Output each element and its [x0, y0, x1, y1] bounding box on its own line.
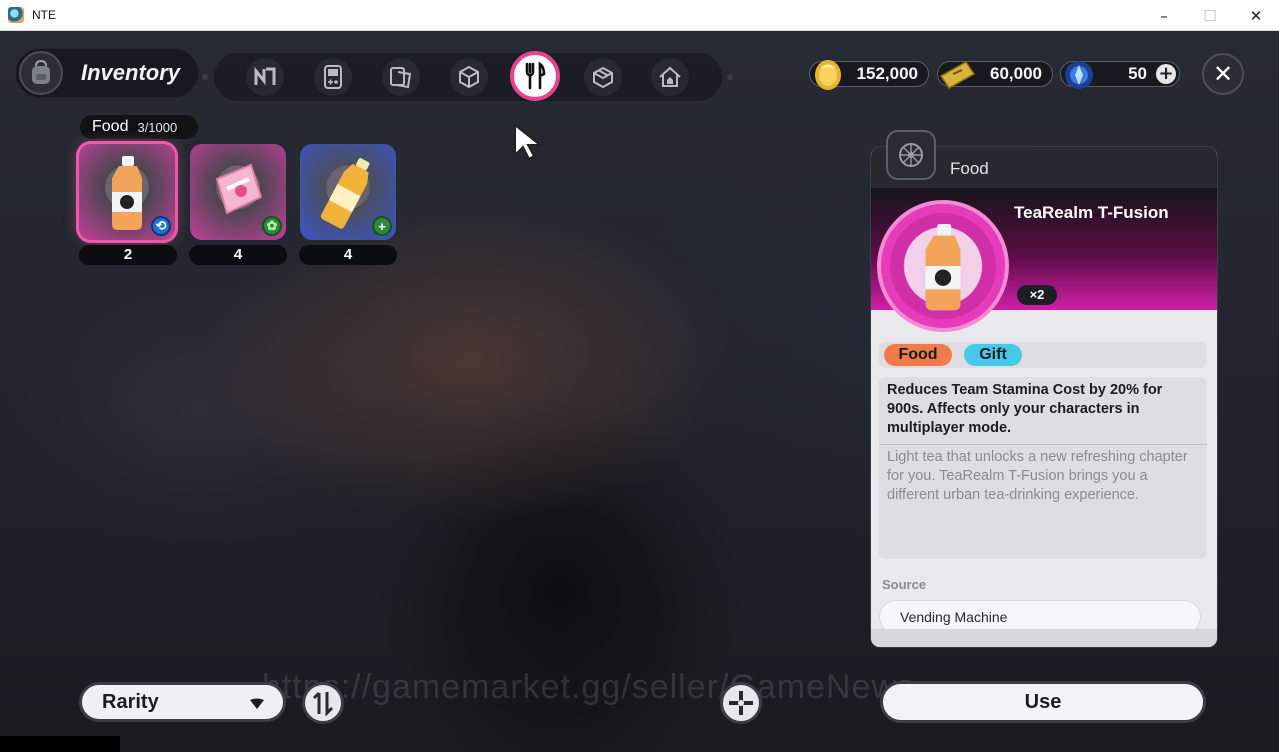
item-card-tearealm[interactable]: ⟲: [76, 141, 178, 243]
source-label: Source: [882, 577, 927, 592]
currency-gold-value: 152,000: [856, 64, 918, 83]
minimize-button[interactable]: –: [1141, 0, 1187, 31]
fork-knife-icon: [525, 62, 546, 90]
currency-crystal-value: 50: [1128, 64, 1147, 83]
item-card-pink-snack[interactable]: ✿: [190, 144, 286, 240]
detail-hero: TeaRealm T-Fusion ×2: [871, 188, 1217, 332]
home-icon: [659, 66, 681, 87]
sort-order-button[interactable]: [302, 682, 344, 724]
close-inventory-button[interactable]: ✕: [1202, 53, 1244, 95]
item-qty-pink-snack: 4: [189, 245, 287, 265]
cube-icon: [459, 65, 479, 89]
sort-dropdown[interactable]: Rarity: [79, 682, 286, 722]
detail-tags: Food Gift: [879, 342, 1207, 368]
detail-count-badge: ×2: [1017, 285, 1057, 305]
detail-effect-text: Reduces Team Stamina Cost by 20% for 900…: [887, 382, 1163, 436]
detail-item-image: [877, 200, 1009, 332]
detail-flavor-text: Light tea that unlocks a new refreshing …: [887, 449, 1188, 503]
game-viewport: Inventory 152,000 60,000 50 + ✕ Food 3/1…: [0, 31, 1279, 752]
item-detail-panel: Food TeaRealm T-Fusion ×2 Food Gift Redu…: [870, 146, 1218, 648]
tabbar-dot-left: [202, 74, 208, 80]
item-qty-orange-drink: 4: [299, 245, 397, 265]
tabbar-dot-right: [727, 74, 733, 80]
category-name: Food: [92, 118, 129, 135]
inventory-header: Inventory: [15, 48, 199, 98]
tab-nte[interactable]: [246, 58, 284, 96]
currency-crystal: 50 +: [1060, 61, 1180, 89]
ticket-icon: [939, 61, 976, 89]
tab-home[interactable]: [651, 58, 689, 96]
crystal-icon: [1065, 61, 1093, 89]
window-controls: – ☐ ✕: [1141, 0, 1279, 31]
detail-item-name: TeaRealm T-Fusion: [1014, 203, 1169, 222]
detail-footer: [871, 629, 1217, 647]
box-icon: [593, 66, 613, 89]
detail-description: Reduces Team Stamina Cost by 20% for 900…: [879, 377, 1207, 559]
green-leaf-icon: ✿: [262, 216, 282, 236]
sort-dropdown-label: Rarity: [102, 691, 159, 713]
app-icon: [8, 7, 24, 23]
category-header: Food 3/1000: [80, 115, 198, 139]
sort-arrows-icon: [312, 691, 334, 716]
detail-divider: [879, 444, 1207, 445]
tag-gift: Gift: [964, 344, 1022, 366]
window-titlebar: NTE – ☐ ✕: [0, 0, 1279, 31]
nte-logo-icon: [254, 67, 276, 86]
window-title: NTE: [32, 8, 56, 22]
detail-category: Food: [950, 159, 989, 178]
currency-gold: 152,000: [809, 60, 929, 90]
item-card-orange-drink[interactable]: +: [300, 144, 396, 240]
tag-food: Food: [884, 344, 952, 366]
maximize-button[interactable]: ☐: [1187, 0, 1233, 31]
category-tabbar: [202, 51, 733, 101]
caret-down-icon: [250, 698, 264, 709]
close-icon: ✕: [1212, 60, 1234, 88]
crosshair-plus-icon: [729, 691, 753, 715]
tab-cube[interactable]: [450, 58, 488, 96]
gameboy-icon: [324, 65, 342, 89]
item-qty-tearealm: 2: [79, 245, 177, 265]
currency-ticket-value: 60,000: [990, 64, 1042, 83]
tab-gameboy[interactable]: [314, 58, 352, 96]
corner-overlay: [0, 736, 120, 752]
currency-ticket: 60,000: [937, 61, 1053, 89]
food-category-icon: [899, 143, 923, 167]
detail-category-icon-frame: [886, 130, 936, 180]
tab-box[interactable]: [584, 58, 622, 96]
cards-icon: [390, 67, 412, 88]
tab-food[interactable]: [510, 51, 560, 101]
backpack-icon: [19, 51, 63, 95]
green-plus-icon: +: [372, 216, 392, 236]
category-count: 3/1000: [137, 119, 178, 135]
page-title: Inventory: [81, 60, 181, 85]
tab-cards[interactable]: [382, 58, 420, 96]
window-close-button[interactable]: ✕: [1233, 0, 1279, 31]
use-button[interactable]: Use: [880, 681, 1206, 723]
add-button[interactable]: [720, 682, 762, 724]
watermark-text: https://gamemarket.gg/seller/GameNews: [262, 668, 916, 706]
mouse-cursor-icon: [512, 122, 546, 166]
add-crystal-button[interactable]: +: [1156, 64, 1176, 84]
blue-swirl-icon: ⟲: [151, 216, 171, 236]
gold-coin-icon: [815, 60, 841, 90]
